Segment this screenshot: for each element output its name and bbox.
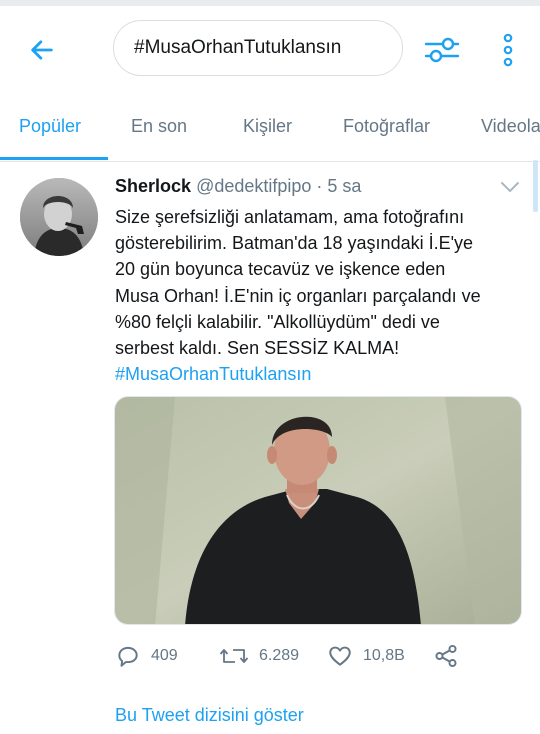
tweet-header: Sherlock @dedektifpipo · 5 sa [115, 176, 361, 197]
tab-people[interactable]: Kişiler [243, 116, 292, 137]
tweet-text-line: gösterebilirim. Batman'da 18 yaşındaki İ… [115, 233, 474, 254]
search-field[interactable] [113, 20, 403, 76]
tweet-text-line: 20 gün boyunca tecavüz ve işkence eden [115, 259, 446, 280]
author-handle[interactable]: @dedektifpipo [196, 176, 311, 196]
search-tabs: Popüler En son Kişiler Fotoğraflar Video… [0, 100, 540, 162]
share-icon [435, 644, 457, 668]
tweet-text-line: %80 felçli kalabilir. "Alkollüydüm" dedi… [115, 311, 440, 332]
avatar[interactable] [20, 178, 98, 256]
share-button[interactable] [433, 643, 459, 669]
like-count: 10,8B [363, 647, 405, 664]
photo-image [115, 397, 521, 624]
tweet-menu-button[interactable] [498, 176, 522, 198]
reply-count: 409 [151, 647, 178, 664]
speech-bubble-icon [118, 646, 138, 667]
retweet-count: 6.289 [259, 647, 300, 664]
tweet-time: 5 sa [327, 176, 362, 196]
author-name[interactable]: Sherlock [115, 176, 191, 196]
search-filter-button[interactable] [420, 28, 464, 72]
tab-popular[interactable]: Popüler [19, 116, 81, 137]
chevron-down-icon [501, 182, 519, 192]
hashtag-link[interactable]: #MusaOrhanTutuklansın [115, 361, 525, 387]
heart-icon [329, 646, 351, 666]
scrollbar[interactable] [533, 160, 538, 212]
overflow-menu-button[interactable] [490, 28, 526, 72]
tab-videos[interactable]: Videola [481, 116, 540, 137]
tweet-text-line: serbest kaldı. Sen SESSİZ KALMA! [115, 338, 400, 359]
more-vertical-icon [503, 33, 513, 67]
tweet-text-line: Size şerefsizliği anlatamam, ama fotoğra… [115, 207, 465, 227]
back-button[interactable] [22, 30, 62, 70]
active-tab-indicator [0, 157, 108, 160]
tab-latest[interactable]: En son [131, 116, 187, 137]
arrow-left-icon [31, 40, 53, 60]
tweet-text: Size şerefsizliği anlatamam, ama fotoğra… [115, 204, 525, 387]
tweet-text-line: Musa Orhan! İ.E'nin iç organları parçala… [115, 285, 481, 306]
meta-separator: · [311, 176, 328, 196]
search-header [0, 6, 540, 88]
search-input[interactable] [134, 37, 402, 59]
tweet-photo[interactable] [114, 396, 522, 625]
tweet-actions: 409 6.289 10,8B [115, 643, 525, 673]
sliders-icon [424, 37, 460, 63]
show-thread-link[interactable]: Bu Tweet dizisini göster [115, 705, 304, 726]
reply-button[interactable]: 409 [115, 643, 178, 669]
like-button[interactable]: 10,8B [327, 643, 405, 669]
retweet-button[interactable]: 6.289 [219, 643, 299, 669]
retweet-icon [219, 649, 249, 663]
profile-photo [20, 178, 98, 256]
tab-photos[interactable]: Fotoğraflar [343, 116, 430, 137]
